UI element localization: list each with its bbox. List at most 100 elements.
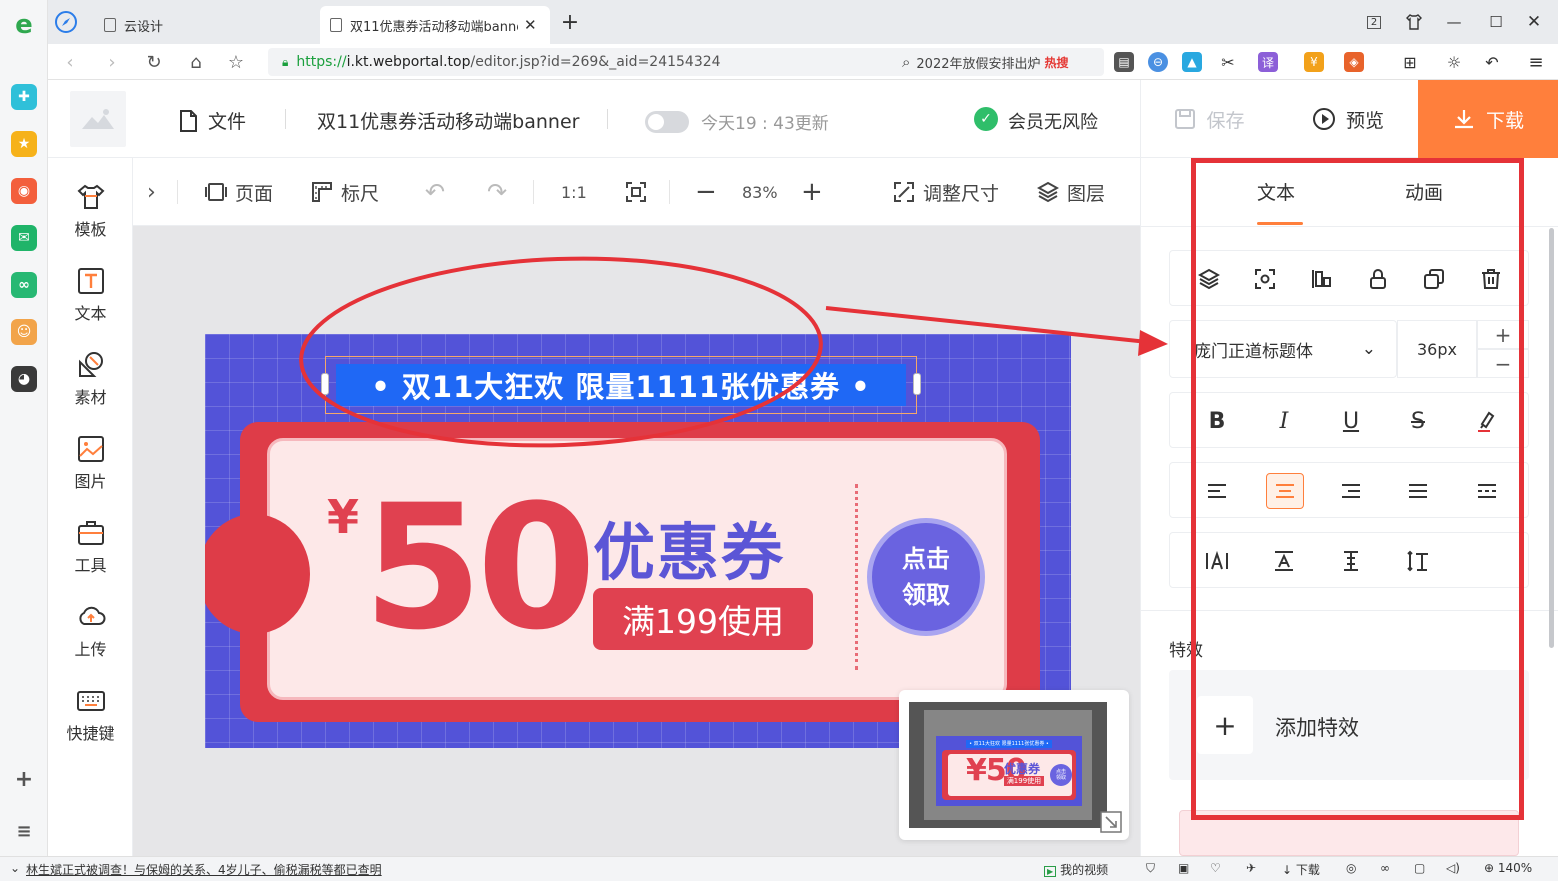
security-icon[interactable]: ⛉ [1146, 861, 1155, 876]
font-family-select[interactable]: 庞门正道标题体 ⌄ [1169, 320, 1397, 378]
my-video-button[interactable]: ▶ 我的视频 [1044, 861, 1108, 878]
line-height-icon[interactable] [1403, 546, 1433, 576]
banner-design[interactable]: ¥ 50 优惠券 满199使用 点击 领取 • 双11大狂欢 限量1111张优惠… [205, 334, 1071, 748]
home-icon[interactable]: ⌂ [184, 50, 208, 74]
panda-icon[interactable]: ◕ [11, 366, 37, 392]
letter-spacing-icon[interactable] [1202, 546, 1232, 576]
bookmark-star-icon[interactable]: ☆ [224, 50, 248, 74]
tab-close-icon[interactable]: ✕ [524, 16, 537, 34]
back-icon[interactable]: ‹ [58, 50, 82, 74]
skin-shirt-icon[interactable] [1402, 10, 1426, 34]
reader-icon[interactable]: ▤ [1114, 52, 1134, 72]
tab-yunsheji[interactable]: 云设计 [94, 6, 314, 44]
fit-screen-icon[interactable] [625, 179, 647, 205]
link-icon[interactable]: ∞ [1380, 861, 1390, 875]
add-effect-button[interactable]: + 添加特效 [1169, 670, 1529, 780]
window-counter-icon[interactable]: 2 [1362, 10, 1386, 34]
vertical-align-middle-icon[interactable] [1336, 546, 1366, 576]
minimap-collapse-icon[interactable] [1099, 810, 1123, 834]
align-elements-icon[interactable] [1306, 264, 1336, 294]
triangle-app-icon[interactable]: ▲ [1182, 52, 1202, 72]
maximize-button[interactable]: ☐ [1484, 10, 1508, 34]
compass-icon[interactable] [54, 10, 78, 34]
minimap-viewport[interactable]: • 双11大狂欢 限量1111张优惠券 • ¥50 优惠券 满199使用 点击 … [924, 710, 1092, 820]
align-right-icon[interactable] [1336, 476, 1366, 506]
tab-animation[interactable]: 动画 [1405, 178, 1443, 205]
tool-text[interactable]: 文本 [48, 266, 133, 324]
gamepad-icon[interactable]: ◈ [1344, 52, 1364, 72]
currency-symbol[interactable]: ¥ [327, 490, 359, 544]
reload-icon[interactable]: ↻ [142, 50, 166, 74]
delete-icon[interactable] [1476, 264, 1506, 294]
strikethrough-button[interactable]: S [1403, 406, 1433, 436]
vr-icon[interactable]: ◎ [1346, 861, 1356, 875]
layers-button[interactable]: 图层 [1037, 179, 1105, 205]
preview-button[interactable]: 预览 [1278, 80, 1418, 158]
align-center-icon[interactable] [1266, 473, 1304, 509]
canvas-area[interactable]: ¥ 50 优惠券 满199使用 点击 领取 • 双11大狂欢 限量1111张优惠… [133, 226, 1140, 856]
volume-icon[interactable]: ◁) [1446, 861, 1460, 875]
tool-images[interactable]: 图片 [48, 434, 133, 492]
zoom-level[interactable]: 83% [742, 179, 778, 205]
new-tab-button[interactable]: + [558, 10, 582, 35]
zoom-status[interactable]: ⊕ 140% [1484, 861, 1532, 875]
undo-icon[interactable]: ↶ [425, 178, 445, 206]
duplicate-icon[interactable] [1419, 264, 1449, 294]
banner-title[interactable]: • 双11大狂欢 限量1111张优惠券 • [336, 364, 906, 406]
distribute-icon[interactable] [1472, 476, 1502, 506]
save-button[interactable]: 保存 [1140, 80, 1278, 158]
align-justify-icon[interactable] [1403, 476, 1433, 506]
translate-icon[interactable]: 译 [1258, 52, 1278, 72]
tab-current[interactable]: 双11优惠券活动移动端banner ✕ [320, 6, 550, 44]
ruler-button[interactable]: 标尺 [311, 179, 379, 205]
redo-icon[interactable]: ↷ [487, 178, 507, 206]
font-size-input[interactable]: 36px [1397, 320, 1477, 378]
zoom-in-icon[interactable]: + [801, 177, 823, 207]
claim-badge[interactable]: 点击 领取 [867, 518, 985, 636]
page-button[interactable]: 页面 [205, 179, 273, 205]
tool-tools[interactable]: 工具 [48, 518, 133, 576]
italic-button[interactable]: I [1269, 406, 1299, 436]
browser-menu-icon[interactable]: ≡ [1526, 52, 1546, 73]
undo-close-icon[interactable]: ↶ [1482, 52, 1502, 72]
expand-panel-icon[interactable]: › [147, 179, 156, 205]
translate-circle-icon[interactable]: ⊖ [1148, 52, 1168, 72]
download-status[interactable]: ↓ 下载 [1282, 861, 1320, 878]
brightness-icon[interactable]: ☼ [1444, 52, 1464, 72]
bold-button[interactable]: B [1202, 406, 1232, 436]
file-menu[interactable]: 文件 [178, 107, 246, 134]
font-size-increase[interactable]: + [1477, 320, 1529, 349]
scissors-icon[interactable]: ✂ [1218, 52, 1238, 72]
underline-button[interactable]: U [1336, 406, 1366, 436]
align-left-icon[interactable] [1202, 476, 1232, 506]
tool-templates[interactable]: 模板 [48, 182, 133, 240]
sidebar-app-icon[interactable]: ✚ [11, 84, 37, 110]
coupon-amount[interactable]: 50 [363, 482, 596, 654]
shield-coin-icon[interactable]: ¥ [1304, 52, 1324, 72]
vertical-align-top-icon[interactable] [1269, 546, 1299, 576]
resize-handle-right[interactable] [913, 373, 921, 395]
effect-preset[interactable] [1179, 810, 1519, 856]
tab-text[interactable]: 文本 [1257, 178, 1295, 205]
screenshot-icon[interactable]: ▣ [1178, 861, 1189, 875]
coupon-word[interactable]: 优惠券 [593, 502, 785, 592]
collapse-icon[interactable]: ⌄ [10, 861, 20, 875]
resize-button[interactable]: 调整尺寸 [893, 179, 999, 205]
selected-title-element[interactable]: • 双11大狂欢 限量1111张优惠券 • [321, 356, 921, 414]
close-window-button[interactable]: ✕ [1522, 10, 1546, 34]
zoom-out-icon[interactable]: − [695, 177, 717, 207]
font-size-decrease[interactable]: − [1477, 349, 1529, 378]
browser-search-input[interactable]: ⌕ 2022年放假安排出炉 热搜 [894, 48, 1104, 76]
mail-icon[interactable]: ✉ [11, 225, 37, 251]
window-icon[interactable]: ▢ [1414, 861, 1425, 875]
apps-grid-icon[interactable]: ⊞ [1400, 52, 1420, 72]
tool-elements[interactable]: 素材 [48, 350, 133, 408]
url-input[interactable]: 🔒︎ https://i.kt.webportal.top/editor.jsp… [268, 48, 928, 76]
news-ticker[interactable]: 林生斌正式被调查！与保姆的关系、4岁儿子、偷税漏税等都已查明 [26, 861, 382, 878]
site-logo[interactable] [70, 91, 126, 147]
weibo-icon[interactable]: ◉ [11, 178, 37, 204]
health-icon[interactable]: ♡ [1210, 861, 1221, 875]
minimap[interactable]: • 双11大狂欢 限量1111张优惠券 • ¥50 优惠券 满199使用 点击 … [899, 690, 1129, 840]
resize-handle-left[interactable] [321, 373, 329, 395]
minimize-button[interactable]: — [1442, 10, 1466, 34]
